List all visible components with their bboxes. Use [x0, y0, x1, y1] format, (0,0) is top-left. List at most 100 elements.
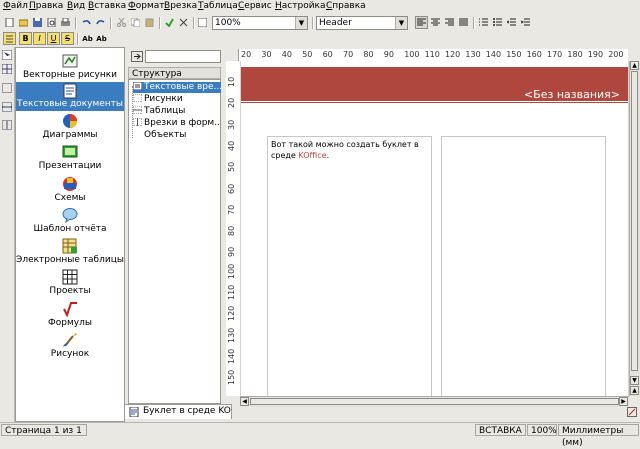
paste-icon[interactable]	[143, 16, 156, 29]
strikethrough-button[interactable]: S	[61, 32, 74, 45]
image-icon	[63, 333, 77, 347]
scroll-thumb[interactable]	[631, 71, 638, 371]
sidebar-item-image[interactable]: Рисунок	[16, 330, 124, 360]
menu-file[interactable]: Файл	[3, 1, 28, 11]
align-right-icon[interactable]	[443, 16, 456, 29]
align-left-icon[interactable]	[415, 16, 428, 29]
tree-item-tables[interactable]: Таблицы	[133, 106, 221, 117]
ruler-tick-label: 180	[567, 50, 583, 59]
close-panel-icon[interactable]	[131, 51, 143, 62]
open-folder-icon[interactable]	[17, 16, 30, 29]
menu-tools[interactable]: Сервис	[238, 1, 272, 11]
sidebar-item-report-template[interactable]: Шаблон отчёта	[16, 205, 124, 235]
print-preview-icon[interactable]	[45, 16, 58, 29]
toolbar-handle-icon[interactable]	[3, 32, 16, 45]
save-icon[interactable]	[31, 16, 44, 29]
structure-search-input[interactable]	[145, 50, 221, 63]
sidebar-item-label: Презентации	[38, 161, 102, 171]
chevron-down-icon[interactable]: ▼	[395, 17, 407, 29]
list-bullet-icon[interactable]	[491, 16, 504, 29]
indent-decrease-icon[interactable]	[505, 16, 518, 29]
find-replace-icon[interactable]	[177, 16, 190, 29]
menu-view[interactable]: Вид	[67, 1, 85, 11]
cut-icon[interactable]	[115, 16, 128, 29]
redo-icon[interactable]	[94, 16, 107, 29]
underline-button[interactable]: U	[47, 32, 60, 45]
scroll-thumb[interactable]	[250, 398, 619, 405]
menu-help[interactable]: Справка	[326, 1, 366, 11]
sidebar-item-label: Векторные рисунки	[22, 70, 117, 80]
sidebar-item-spreadsheets[interactable]: Электронные таблицы	[16, 236, 124, 266]
status-units[interactable]: Миллиметры (мм)	[558, 424, 639, 448]
superscript-button[interactable]: Ab	[81, 32, 94, 45]
align-justify-icon[interactable]	[457, 16, 470, 29]
italic-button[interactable]: I	[33, 32, 46, 45]
sidebar-item-flowcharts[interactable]: Схемы	[16, 174, 124, 204]
status-page: Страница 1 из 1	[1, 424, 87, 436]
grid-tool-icon[interactable]	[2, 64, 12, 74]
close-tab-icon[interactable]	[627, 407, 637, 417]
new-document-icon[interactable]	[3, 16, 16, 29]
tree-header[interactable]: Структура документа	[128, 67, 221, 91]
chevron-down-icon[interactable]: ▼	[295, 17, 307, 29]
sidebar-item-label: Формулы	[48, 318, 92, 328]
sidebar-item-vector-drawing[interactable]: Векторные рисунки	[16, 52, 124, 82]
menu-edit[interactable]: Правка	[29, 1, 63, 11]
text-column-right[interactable]	[441, 136, 606, 396]
frame-tool-icon[interactable]	[2, 83, 12, 93]
print-icon[interactable]	[59, 16, 72, 29]
menu-frame[interactable]: Врезка	[164, 1, 197, 11]
vertical-scrollbar[interactable]: ▲ ▼ ▲	[629, 61, 640, 396]
scroll-left-icon[interactable]: ◀	[240, 397, 249, 406]
tree-item-formula-frames[interactable]: Врезки в форм...	[133, 118, 221, 129]
horizontal-scrollbar[interactable]: ◀ ▶	[240, 396, 629, 407]
text-frame-icon[interactable]	[196, 16, 209, 29]
table-icon	[133, 106, 142, 114]
scroll-down-icon[interactable]: ▼	[630, 376, 639, 385]
vertical-ruler[interactable]: 10 20 30 40 50 60 70 80 90 100 110 120 130 140 150	[226, 61, 241, 396]
tree-item-label: Текстовые вре...	[144, 82, 221, 92]
align-center-icon[interactable]	[429, 16, 442, 29]
sidebar-item-text-documents[interactable]: Текстовые документы	[16, 82, 124, 111]
scroll-right-icon[interactable]: ▶	[619, 397, 628, 406]
header-banner: <Без названия>	[241, 67, 628, 101]
tree-item-text-frames[interactable]: Текстовые вре...	[133, 82, 221, 93]
tree-item-pictures[interactable]: Рисунки	[133, 94, 221, 105]
copy-icon[interactable]	[129, 16, 142, 29]
indent-increase-icon[interactable]	[519, 16, 532, 29]
ruler-tick-label: 30	[227, 119, 236, 130]
undo-icon[interactable]	[80, 16, 93, 29]
ruler-tick-label: 130	[227, 327, 236, 343]
zoom-combo[interactable]: 100% ▼	[212, 16, 308, 30]
flowchart-icon	[63, 177, 77, 191]
scroll-up-icon[interactable]: ▲	[630, 61, 639, 70]
document-title[interactable]: <Без названия>	[524, 88, 620, 101]
sidebar-item-charts[interactable]: Диаграммы	[16, 111, 124, 141]
sidebar-item-projects[interactable]: Проекты	[16, 267, 124, 297]
list-numbered-icon[interactable]	[477, 16, 490, 29]
page-up-icon[interactable]: ▲	[630, 386, 639, 395]
menu-table[interactable]: Таблица	[198, 1, 238, 11]
document-tab[interactable]: Буклет в среде KO...	[124, 404, 232, 419]
ruler-tick-label: 80	[227, 225, 236, 237]
menu-format[interactable]: Формат	[128, 1, 165, 11]
sidebar-item-label: Шаблон отчёта	[33, 224, 107, 234]
status-zoom[interactable]: 100%	[527, 424, 557, 436]
table-tool-icon[interactable]	[2, 102, 12, 112]
document-canvas[interactable]: <Без названия> Вот такой можно создать б…	[240, 61, 629, 396]
menu-insert[interactable]: Вставка	[88, 1, 126, 11]
spellcheck-icon[interactable]	[163, 16, 176, 29]
subscript-button[interactable]: Ab	[95, 32, 108, 45]
tree-item-objects[interactable]: Объекты	[133, 130, 221, 141]
object-tool-icon[interactable]	[2, 120, 12, 130]
menu-settings[interactable]: Настройка	[275, 1, 326, 11]
sidebar-item-formulas[interactable]: Формулы	[16, 299, 124, 329]
body-text[interactable]: Вот такой можно создать буклет в среде K…	[271, 139, 431, 161]
bold-button[interactable]: B	[19, 32, 32, 45]
document-page[interactable]: <Без названия> Вот такой можно создать б…	[241, 61, 628, 396]
paragraph-style-combo[interactable]: Header ▼	[316, 16, 408, 30]
sidebar-item-presentations[interactable]: Презентации	[16, 142, 124, 172]
text-column-left[interactable]: Вот такой можно создать буклет в среде K…	[267, 136, 432, 396]
status-insert-mode[interactable]: ВСТАВКА	[475, 424, 526, 436]
select-tool-icon[interactable]	[2, 50, 12, 60]
